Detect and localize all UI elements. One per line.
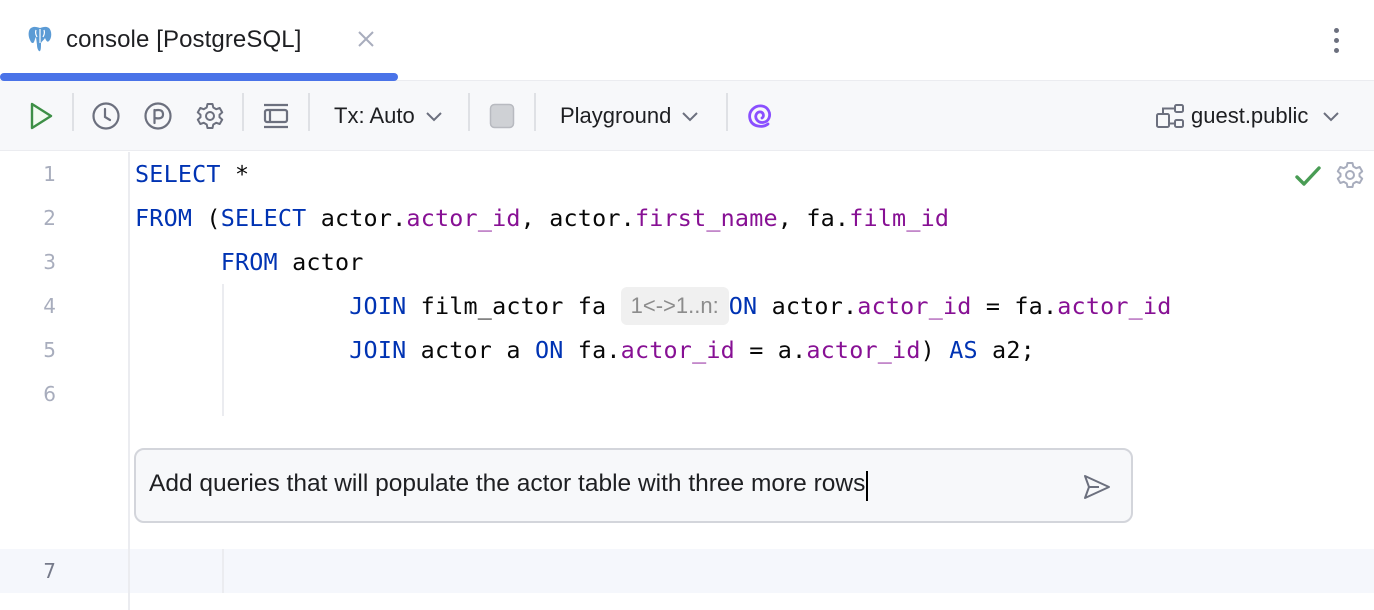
sql-keyword: JOIN — [349, 336, 407, 364]
ai-prompt-box: Add queries that will populate the actor… — [134, 448, 1133, 523]
current-line-highlight: 7 — [0, 549, 1374, 593]
ai-prompt-text: Add queries that will populate the actor… — [149, 469, 866, 497]
sql-keyword: ON — [534, 336, 564, 364]
toolbar-separator — [534, 93, 536, 131]
sql-keyword: AS — [949, 336, 978, 364]
close-icon[interactable] — [355, 28, 377, 50]
execution-mode-dropdown[interactable]: Playground — [560, 98, 699, 134]
sql-text: ( — [192, 204, 221, 232]
chevron-down-icon — [425, 110, 443, 122]
chevron-down-icon — [1322, 110, 1340, 122]
sql-keyword: FROM — [135, 204, 193, 232]
editor-tab-bar: console [PostgreSQL] — [0, 0, 1374, 81]
toolbar-separator — [468, 93, 470, 131]
transaction-mode-label: Tx: Auto — [334, 103, 415, 128]
stop-icon — [489, 103, 515, 129]
sql-column: actor_id — [806, 336, 921, 364]
code-line[interactable]: JOIN actor a ON fa.actor_id = a.actor_id… — [135, 328, 1035, 372]
chevron-down-icon — [681, 110, 699, 122]
tab-console-postgresql[interactable]: console [PostgreSQL] — [0, 0, 398, 81]
indent-guide — [222, 284, 224, 416]
sql-text: * — [220, 160, 250, 188]
run-button[interactable] — [24, 98, 58, 134]
line-number: 3 — [43, 250, 56, 274]
more-vertical-icon[interactable] — [1324, 24, 1348, 56]
sql-keyword: SELECT — [135, 160, 221, 188]
toolbar-separator — [308, 93, 310, 131]
sql-text: fa. — [563, 336, 621, 364]
parameters-button[interactable] — [141, 98, 175, 134]
history-button[interactable] — [89, 98, 123, 134]
editor-settings-gear-icon[interactable] — [1335, 160, 1365, 190]
sql-text: actor. — [757, 292, 858, 320]
sql-text: actor — [277, 248, 364, 276]
ai-assistant-button[interactable] — [745, 98, 775, 134]
ai-prompt-input[interactable]: Add queries that will populate the actor… — [149, 469, 869, 502]
sql-text: film_actor fa — [406, 292, 621, 320]
layout-panel-icon — [263, 103, 289, 129]
ai-assistant-spiral-icon — [748, 104, 771, 128]
relationship-inlay-hint: 1<->1..n: — [620, 286, 729, 325]
sql-keyword: JOIN — [349, 292, 407, 320]
tab-title: console [PostgreSQL] — [66, 25, 302, 53]
schema-icon — [1156, 104, 1184, 128]
indent-guide — [222, 549, 224, 593]
line-number: 6 — [43, 382, 56, 406]
layout-button[interactable] — [259, 98, 293, 134]
line-number: 7 — [43, 559, 56, 583]
sql-column: actor_id — [857, 292, 972, 320]
sql-text: = a. — [734, 336, 807, 364]
sql-text: ) — [920, 336, 950, 364]
schema-label: guest.public — [1191, 103, 1309, 128]
stop-button[interactable] — [488, 98, 516, 134]
gear-icon — [196, 103, 224, 129]
line-number: 1 — [43, 162, 56, 186]
sql-keyword: SELECT — [220, 204, 307, 232]
sql-keyword: ON — [728, 292, 758, 320]
code-line[interactable]: FROM actor — [135, 240, 364, 284]
sql-editor[interactable]: 7 1 SELECT * 2 FROM (SELECT actor.actor_id,… — [0, 152, 1374, 610]
schema-selector-dropdown[interactable]: guest.public — [1155, 98, 1340, 134]
toolbar-separator — [72, 93, 74, 131]
sql-text: , actor. — [520, 204, 635, 232]
sql-text: actor. — [306, 204, 407, 232]
sql-column: film_id — [849, 204, 950, 232]
line-number: 4 — [43, 294, 56, 318]
history-clock-icon — [92, 102, 120, 130]
send-button[interactable] — [1080, 470, 1114, 504]
check-icon — [1294, 162, 1322, 190]
active-tab-indicator — [0, 73, 398, 81]
sql-column: actor_id — [406, 204, 521, 232]
run-icon — [30, 102, 53, 130]
settings-button[interactable] — [193, 98, 227, 134]
execution-mode-label: Playground — [560, 103, 672, 128]
code-line[interactable]: JOIN film_actor fa 1<->1..n: ON actor.act… — [135, 284, 1172, 328]
gutter-divider — [128, 152, 130, 610]
toolbar-separator — [726, 93, 728, 131]
toolbar-separator — [242, 93, 244, 131]
sql-column: first_name — [634, 204, 778, 232]
parameters-p-icon — [144, 102, 172, 130]
line-number: 5 — [43, 338, 56, 362]
text-caret — [866, 471, 869, 502]
send-icon — [1084, 475, 1110, 499]
sql-keyword: FROM — [220, 248, 278, 276]
code-line[interactable]: FROM (SELECT actor.actor_id, actor.first… — [135, 196, 949, 240]
sql-text: a2; — [977, 336, 1035, 364]
sql-text: actor a — [406, 336, 535, 364]
line-number: 2 — [43, 206, 56, 230]
postgresql-elephant-icon — [26, 25, 54, 53]
code-line[interactable]: SELECT * — [135, 152, 249, 196]
sql-column: actor_id — [620, 336, 735, 364]
sql-text: , fa. — [777, 204, 850, 232]
transaction-mode-dropdown[interactable]: Tx: Auto — [334, 98, 443, 134]
sql-column: actor_id — [1057, 292, 1172, 320]
sql-text: = fa. — [971, 292, 1058, 320]
console-toolbar: Tx: Auto Playground guest.public — [0, 81, 1374, 151]
